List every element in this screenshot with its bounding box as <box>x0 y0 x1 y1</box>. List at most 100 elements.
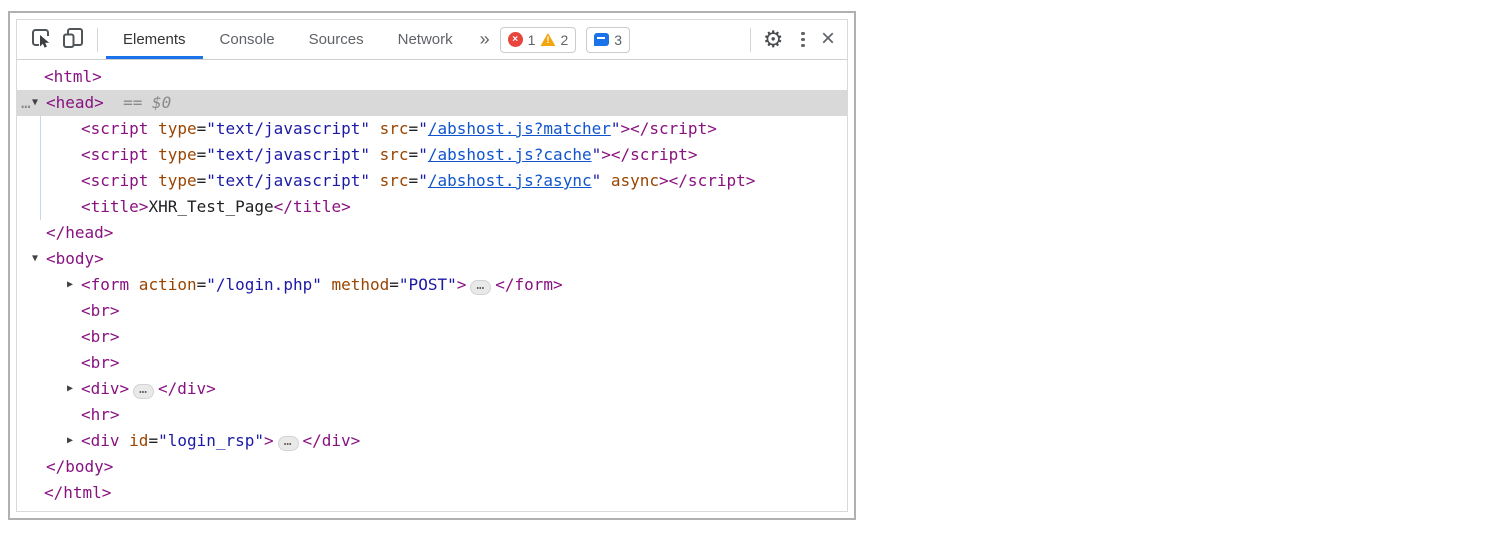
token-tag: </html> <box>44 483 111 502</box>
issues-badge[interactable]: 3 <box>586 27 630 53</box>
tree-row[interactable]: <script type="text/javascript" src="/abs… <box>17 142 847 168</box>
token-eq: = <box>197 119 207 138</box>
token-tag: ></script> <box>659 171 755 190</box>
tree-row[interactable]: </html> <box>17 480 847 506</box>
errors-warnings-badge[interactable]: × 1 ! 2 <box>500 27 577 53</box>
dom-tree: <html>…▼<head> == $0<script type="text/j… <box>17 60 847 511</box>
inline-expand-button[interactable]: … <box>133 384 154 399</box>
token-tag: <br> <box>81 327 120 346</box>
token-value: "POST" <box>399 275 457 294</box>
tree-row[interactable]: <script type="text/javascript" src="/abs… <box>17 168 847 194</box>
tree-row[interactable]: ▶ <div> … </div> <box>17 376 847 402</box>
tab-network[interactable]: Network <box>381 20 470 59</box>
token-tag: </form> <box>495 275 562 294</box>
token-value: "text/javascript" <box>206 145 370 164</box>
token-value: " <box>418 145 428 164</box>
token-attr: src <box>370 119 409 138</box>
devtools-window: ElementsConsoleSourcesNetwork » × 1 ! 2 … <box>8 11 856 520</box>
token-tag: ></script> <box>601 145 697 164</box>
token-attr: action <box>129 275 196 294</box>
token-link[interactable]: /abshost.js?cache <box>428 145 592 164</box>
settings-button[interactable]: ⚙ <box>759 28 788 51</box>
token-tag: > <box>264 431 274 450</box>
error-count: 1 <box>528 32 536 48</box>
panel-tabs: ElementsConsoleSourcesNetwork <box>106 20 470 59</box>
token-tag: </div> <box>158 379 216 398</box>
token-eq: = <box>409 171 419 190</box>
token-eq: = <box>148 431 158 450</box>
device-toolbar-icon <box>60 25 86 54</box>
tree-row[interactable]: <br> <box>17 350 847 376</box>
token-tag: ></script> <box>621 119 717 138</box>
token-attr: type <box>148 119 196 138</box>
inspect-cursor-icon <box>28 25 54 54</box>
tree-row[interactable]: ▶<div id="login_rsp">…</div> <box>17 428 847 454</box>
token-tag: </title> <box>274 197 351 216</box>
token-link[interactable]: /abshost.js?matcher <box>428 119 611 138</box>
kebab-menu-icon <box>801 32 805 48</box>
token-tag: <br> <box>81 353 120 372</box>
tree-row[interactable]: <script type="text/javascript" src="/abs… <box>17 116 847 142</box>
issues-icon <box>594 33 609 46</box>
tab-console[interactable]: Console <box>203 20 292 59</box>
inline-expand-button[interactable]: … <box>278 436 299 451</box>
token-eq: = <box>197 145 207 164</box>
screenshot-canvas: ElementsConsoleSourcesNetwork » × 1 ! 2 … <box>0 0 1512 536</box>
inline-expand-button[interactable]: … <box>470 280 491 295</box>
expand-arrow-icon[interactable]: ▶ <box>67 428 73 454</box>
token-tag: </body> <box>46 457 113 476</box>
more-tabs-button[interactable]: » <box>480 29 490 50</box>
token-value: " <box>418 119 428 138</box>
token-attr: method <box>322 275 389 294</box>
tree-row[interactable]: ▼ <body> <box>17 246 847 272</box>
collapse-arrow-icon[interactable]: ▼ <box>32 246 38 272</box>
devtools-panel: ElementsConsoleSourcesNetwork » × 1 ! 2 … <box>16 19 848 512</box>
token-value: " <box>592 145 602 164</box>
tab-sources[interactable]: Sources <box>292 20 381 59</box>
token-meta: == $0 <box>104 93 171 112</box>
token-attr: src <box>370 145 409 164</box>
token-tag: <script <box>81 145 148 164</box>
token-eq: = <box>197 171 207 190</box>
close-devtools-button[interactable]: × <box>819 27 841 53</box>
token-link[interactable]: /abshost.js?async <box>428 171 592 190</box>
tree-row[interactable]: </body> <box>17 454 847 480</box>
token-tag: <script <box>81 171 148 190</box>
warning-count: 2 <box>560 32 568 48</box>
token-tag: <br> <box>81 301 120 320</box>
token-tag: <form <box>81 275 129 294</box>
token-value: " <box>611 119 621 138</box>
token-tag: </head> <box>46 223 113 242</box>
tree-row[interactable]: <html> <box>17 64 847 90</box>
token-tag: <hr> <box>81 405 120 424</box>
tree-row[interactable]: <br> <box>17 298 847 324</box>
tree-row[interactable]: …▼<head> == $0 <box>17 90 847 116</box>
token-tag: <html> <box>44 67 102 86</box>
tree-row[interactable]: ▶<form action="/login.php" method="POST"… <box>17 272 847 298</box>
collapse-arrow-icon[interactable]: ▼ <box>32 90 38 116</box>
tab-elements[interactable]: Elements <box>106 20 203 59</box>
tree-row[interactable]: </head> <box>17 220 847 246</box>
expand-arrow-icon[interactable]: ▶ <box>67 376 73 402</box>
warning-icon: ! <box>540 33 555 46</box>
token-eq: = <box>197 275 207 294</box>
tree-row[interactable]: <title>XHR_Test_Page</title> <box>17 194 847 220</box>
device-toolbar-button[interactable] <box>57 24 89 55</box>
tree-row[interactable]: <br> <box>17 324 847 350</box>
token-tag: <div <box>81 431 120 450</box>
tree-row[interactable]: <hr> <box>17 402 847 428</box>
token-tag: > <box>457 275 467 294</box>
token-attr: type <box>148 171 196 190</box>
token-value: "login_rsp" <box>158 431 264 450</box>
inspect-element-button[interactable] <box>25 24 57 55</box>
issue-count: 3 <box>614 32 622 48</box>
expand-arrow-icon[interactable]: ▶ <box>67 272 73 298</box>
token-text: XHR_Test_Page <box>148 197 273 216</box>
token-tag: </div> <box>303 431 361 450</box>
token-tag: <div> <box>81 379 129 398</box>
more-options-button[interactable] <box>793 28 813 52</box>
token-eq: = <box>389 275 399 294</box>
token-tag: <body> <box>46 249 104 268</box>
token-attr: type <box>148 145 196 164</box>
token-eq: = <box>409 145 419 164</box>
